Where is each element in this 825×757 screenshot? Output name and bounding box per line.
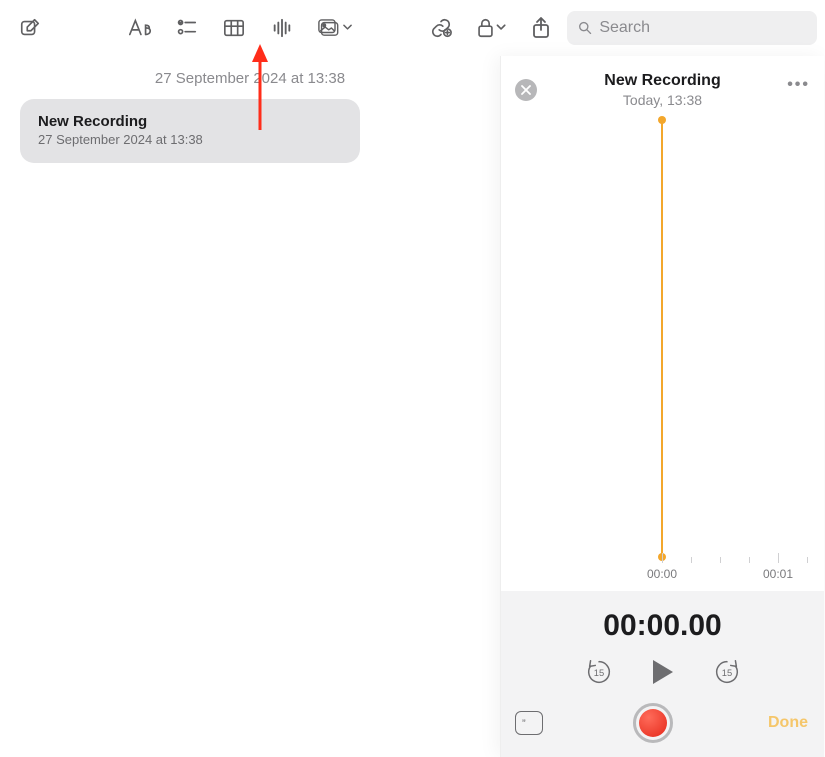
- search-icon: [577, 19, 593, 37]
- note-date-header: 27 September 2024 at 13:38: [14, 70, 486, 87]
- transport-controls: 15 15: [515, 657, 810, 687]
- more-button[interactable]: •••: [787, 76, 810, 94]
- checklist-button[interactable]: [165, 10, 208, 46]
- table-button[interactable]: [213, 10, 256, 46]
- search-input[interactable]: [599, 19, 807, 37]
- link-button[interactable]: [419, 10, 462, 46]
- text-format-button[interactable]: [118, 10, 161, 46]
- elapsed-time: 00:00.00: [515, 609, 810, 643]
- share-button[interactable]: [520, 10, 563, 46]
- time-ruler: 00:00 00:01: [501, 557, 824, 581]
- waveform-area[interactable]: 00:00 00:01: [501, 116, 824, 591]
- note-card-subtitle: 27 September 2024 at 13:38: [38, 132, 342, 147]
- transcript-button[interactable]: ”: [515, 711, 543, 735]
- skip-forward-icon: 15: [712, 657, 742, 687]
- controls-area: 00:00.00 15 15: [501, 591, 824, 757]
- skip-forward-button[interactable]: 15: [712, 657, 742, 687]
- svg-text:15: 15: [721, 668, 731, 678]
- play-button[interactable]: [650, 658, 676, 686]
- recording-subtitle: Today, 13:38: [515, 92, 810, 108]
- svg-text:15: 15: [593, 668, 603, 678]
- recording-panel: New Recording Today, 13:38 ••• 00:00 00:…: [500, 56, 824, 757]
- recording-title: New Recording: [515, 72, 810, 90]
- skip-back-icon: 15: [584, 657, 614, 687]
- done-button[interactable]: Done: [762, 710, 810, 736]
- notes-column: 27 September 2024 at 13:38 New Recording…: [0, 56, 500, 757]
- lock-button[interactable]: [467, 10, 516, 46]
- bottom-row: ” Done: [515, 703, 810, 743]
- play-icon: [650, 658, 676, 686]
- svg-text:”: ”: [522, 718, 526, 728]
- toolbar: [0, 0, 825, 56]
- quote-icon: ”: [522, 718, 536, 728]
- skip-back-button[interactable]: 15: [584, 657, 614, 687]
- note-card-title: New Recording: [38, 113, 342, 130]
- audio-button[interactable]: [260, 10, 303, 46]
- recording-header: New Recording Today, 13:38 •••: [501, 56, 824, 116]
- record-icon: [639, 709, 667, 737]
- media-button[interactable]: [307, 10, 362, 46]
- search-field[interactable]: [567, 11, 817, 45]
- tick-label-1: 00:01: [763, 567, 793, 581]
- playhead[interactable]: [661, 120, 663, 557]
- record-button[interactable]: [633, 703, 673, 743]
- tick-label-0: 00:00: [647, 567, 677, 581]
- content: 27 September 2024 at 13:38 New Recording…: [0, 56, 825, 757]
- note-attachment-card[interactable]: New Recording 27 September 2024 at 13:38: [20, 99, 360, 163]
- compose-button[interactable]: [8, 10, 51, 46]
